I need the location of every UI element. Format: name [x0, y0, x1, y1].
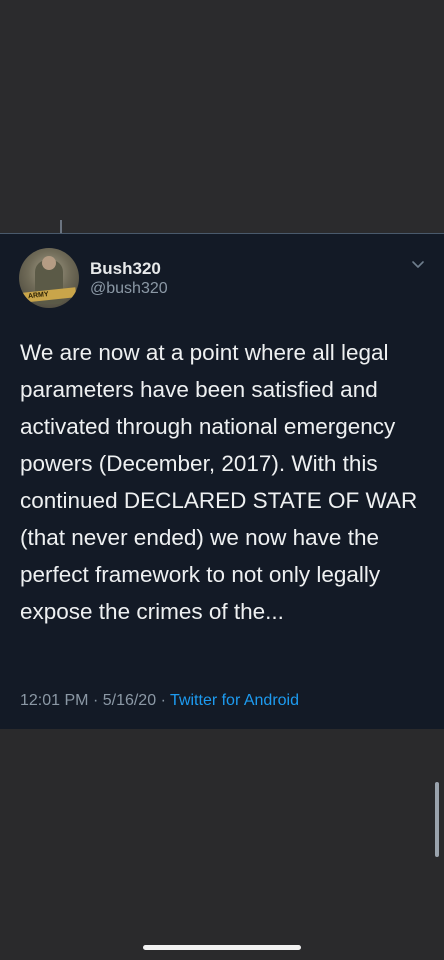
tweet-meta: 12:01 PM · 5/16/20 · Twitter for Android: [20, 692, 299, 710]
user-handle[interactable]: @bush320: [90, 280, 168, 298]
home-indicator[interactable]: [143, 945, 301, 950]
chevron-down-icon[interactable]: [411, 258, 425, 272]
top-dark-area: [0, 0, 444, 233]
scrollbar[interactable]: [435, 782, 439, 857]
display-name[interactable]: Bush320: [90, 259, 161, 279]
meta-separator: ·: [160, 692, 166, 709]
tweet-card[interactable]: ARMY Bush320 @bush320 We are now at a po…: [0, 233, 444, 857]
tweet-time: 12:01 PM: [20, 692, 89, 709]
meta-separator: ·: [92, 692, 99, 709]
tweet-source[interactable]: Twitter for Android: [170, 692, 299, 709]
top-divider-mark: [60, 220, 62, 233]
tweet-date: 5/16/20: [102, 692, 157, 709]
avatar-head: [42, 256, 56, 270]
tweet-text: We are now at a point where all legal pa…: [20, 340, 418, 624]
avatar[interactable]: ARMY: [19, 248, 79, 308]
